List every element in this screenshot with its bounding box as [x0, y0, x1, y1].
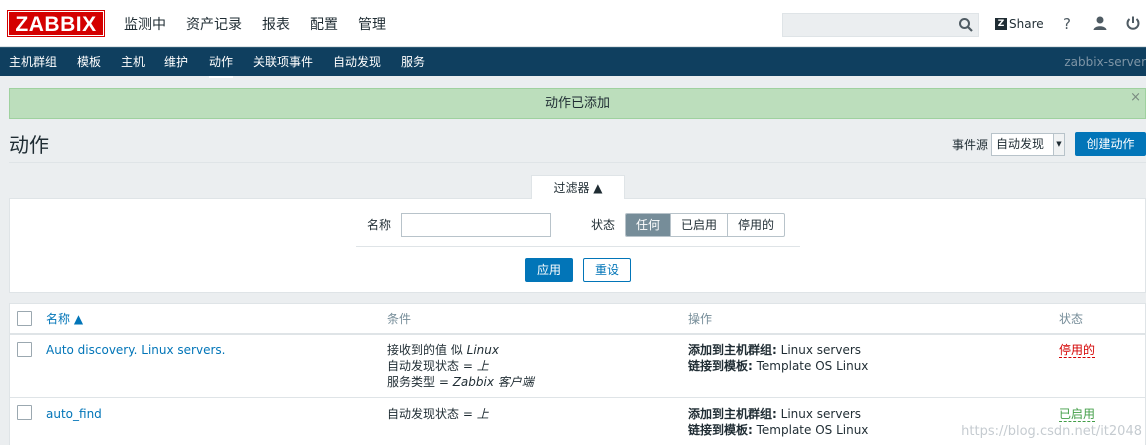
watermark-text: https://blog.csdn.net/it2048	[961, 424, 1142, 439]
top-header: ZABBIX 监测中 资产记录 报表 配置 管理 Z Share ?	[0, 0, 1146, 47]
reset-button[interactable]: 重设	[583, 258, 631, 282]
column-operations: 操作	[688, 312, 713, 326]
event-source-label: 事件源	[952, 138, 989, 152]
action-name-link[interactable]: Auto discovery. Linux servers.	[46, 342, 225, 358]
sub-menu-templates[interactable]: 模板	[77, 48, 101, 76]
status-radio-group: 任何 已启用 停用的	[625, 213, 786, 237]
zabbix-logo[interactable]: ZABBIX	[7, 10, 105, 37]
column-conditions: 条件	[387, 312, 412, 326]
condition-line: 自动发现状态 = 上	[387, 359, 489, 373]
status-toggle[interactable]: 停用的	[1059, 342, 1096, 358]
condition-line: 自动发现状态 = 上	[387, 407, 489, 421]
filter-name-input[interactable]	[401, 213, 551, 237]
main-menu-configuration[interactable]: 配置	[300, 0, 348, 47]
status-option-enabled[interactable]: 已启用	[671, 214, 729, 236]
search-input[interactable]	[782, 13, 979, 37]
column-name[interactable]: 名称 ▲	[46, 312, 83, 326]
filter-tab[interactable]: 过滤器 ▲	[531, 175, 625, 199]
success-message-text: 动作已添加	[544, 96, 610, 111]
row-checkbox[interactable]	[17, 342, 32, 357]
zabbix-share-icon: Z	[995, 18, 1007, 30]
main-menu-inventory[interactable]: 资产记录	[176, 0, 252, 47]
condition-line: 服务类型 = Zabbix 客户端	[387, 375, 534, 389]
server-name: zabbix-server	[1064, 55, 1146, 69]
operation-line: 链接到模板: Template OS Linux	[688, 359, 869, 373]
sub-menu-maintenance[interactable]: 维护	[164, 48, 188, 76]
row-checkbox[interactable]	[17, 405, 32, 420]
close-icon[interactable]: ×	[1130, 91, 1141, 105]
filter-status-label: 状态	[591, 218, 616, 232]
sub-menu-actions[interactable]: 动作	[209, 48, 234, 78]
sub-menu-host-groups[interactable]: 主机群组	[9, 48, 57, 76]
main-menu-monitoring[interactable]: 监测中	[114, 0, 176, 47]
page-title: 动作	[9, 133, 49, 157]
row-divider	[10, 397, 1146, 398]
main-menu: 监测中 资产记录 报表 配置 管理	[114, 0, 396, 47]
share-label: Share	[1009, 17, 1044, 31]
question-icon[interactable]: ?	[1058, 15, 1076, 33]
action-name-link[interactable]: auto_find	[46, 406, 102, 422]
sub-menu-services[interactable]: 服务	[401, 48, 425, 76]
divider	[9, 162, 1146, 163]
create-action-button[interactable]: 创建动作	[1075, 132, 1146, 156]
filter-divider	[356, 246, 800, 247]
main-menu-reports[interactable]: 报表	[252, 0, 300, 47]
sub-menu-hosts[interactable]: 主机	[121, 48, 145, 76]
user-icon[interactable]	[1091, 15, 1109, 33]
event-source-value: 自动发现	[996, 137, 1045, 151]
power-icon[interactable]	[1124, 15, 1142, 33]
column-status: 状态	[1059, 312, 1084, 326]
chevron-down-icon[interactable]: ▼	[1053, 134, 1064, 155]
status-toggle[interactable]: 已启用	[1059, 406, 1096, 422]
filter-name-label: 名称	[367, 218, 392, 232]
sub-menu: 主机群组 模板 主机 维护 动作 关联项事件 自动发现 服务 zabbix-se…	[0, 47, 1146, 78]
condition-line: 接收到的值 似 Linux	[387, 343, 499, 357]
operation-line: 添加到主机群组: Linux servers	[688, 343, 862, 357]
sub-menu-discovery[interactable]: 自动发现	[333, 48, 381, 76]
apply-button[interactable]: 应用	[525, 258, 573, 282]
status-option-any[interactable]: 任何	[626, 214, 672, 236]
operation-line: 链接到模板: Template OS Linux	[688, 423, 869, 437]
table-header: 名称 ▲ 条件 操作 状态	[10, 304, 1146, 335]
operation-line: 添加到主机群组: Linux servers	[688, 407, 862, 421]
event-source-select[interactable]: 自动发现 ▼	[991, 133, 1065, 156]
search-icon[interactable]	[958, 17, 974, 33]
share-link[interactable]: Z Share	[995, 17, 1044, 31]
main-menu-administration[interactable]: 管理	[348, 0, 396, 47]
success-message: 动作已添加 ×	[9, 88, 1146, 119]
status-option-disabled[interactable]: 停用的	[728, 214, 784, 236]
select-all-checkbox[interactable]	[17, 311, 32, 326]
sub-menu-correlation[interactable]: 关联项事件	[253, 48, 313, 76]
